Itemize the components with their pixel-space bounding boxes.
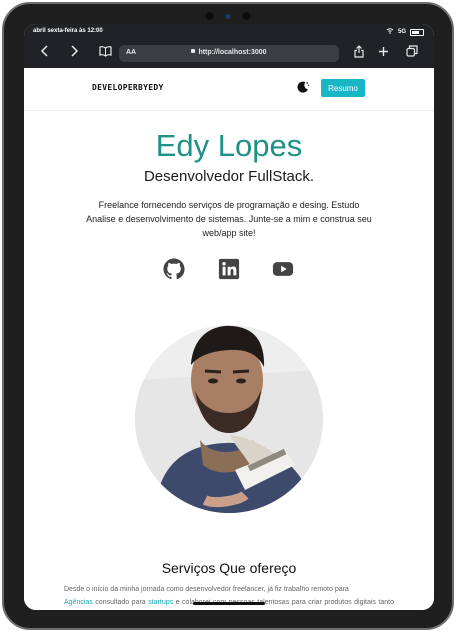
status-time: abril sexta-feira às 12:00 (33, 28, 103, 34)
youtube-icon[interactable] (272, 258, 294, 280)
camera-area (205, 12, 251, 20)
moon-icon[interactable] (296, 80, 310, 94)
back-icon[interactable] (40, 45, 50, 59)
web-page: DEVELOPERBYEDY Resumo Edy Lopes Desenvol… (24, 68, 434, 610)
screen: abril sexta-feira às 12:00 5G AA http://… (24, 24, 434, 610)
battery-icon (410, 28, 424, 36)
site-logo[interactable]: DEVELOPERBYEDY (92, 83, 164, 92)
forward-icon[interactable] (69, 45, 79, 59)
services-text-1: Desde o início da minha jornada como des… (64, 586, 349, 593)
startups-link[interactable]: startups (148, 599, 173, 606)
hero-name: Edy Lopes (155, 128, 303, 163)
lock-icon (191, 49, 196, 53)
home-indicator (193, 602, 265, 605)
browser-chrome: abril sexta-feira às 12:00 5G AA http://… (24, 24, 434, 68)
status-indicators: 5G (386, 28, 424, 36)
book-icon[interactable] (99, 45, 112, 59)
agencias-link[interactable]: Agências (64, 599, 93, 606)
profile-photo (135, 325, 323, 513)
plus-icon[interactable] (378, 45, 389, 59)
url-text: http://localhost:3000 (198, 49, 267, 56)
services-title: Serviços Que ofereço (161, 560, 297, 576)
wifi-icon (386, 28, 394, 36)
resume-button[interactable]: Resumo (321, 79, 365, 97)
site-navbar: DEVELOPERBYEDY Resumo (24, 68, 434, 111)
github-icon[interactable] (163, 258, 185, 280)
share-icon[interactable] (354, 45, 364, 60)
hero-role: Desenvolvedor FullStack. (143, 168, 315, 185)
address-bar[interactable]: AA http://localhost:3000 (119, 45, 339, 62)
url-field[interactable]: http://localhost:3000 (119, 49, 339, 56)
linkedin-icon[interactable] (218, 258, 240, 280)
network-label: 5G (397, 29, 406, 35)
tabs-icon[interactable] (406, 45, 418, 59)
hero-description: Freelance fornecendo serviços de program… (86, 200, 372, 238)
services-text-2: consultado para (92, 599, 149, 606)
services-text: Desde o início da minha jornada como des… (64, 583, 394, 610)
social-links (24, 258, 434, 282)
